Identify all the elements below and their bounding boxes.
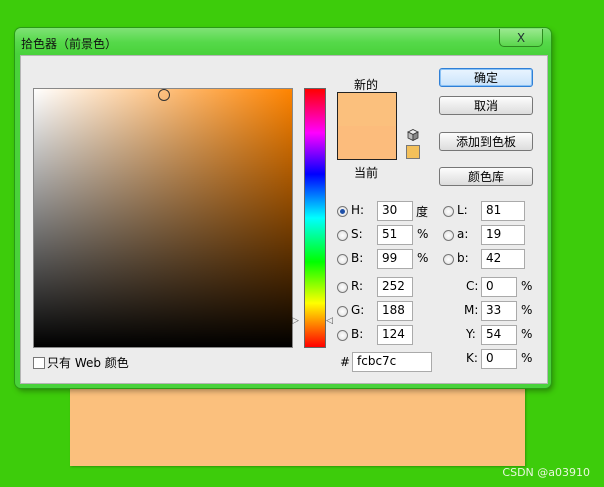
color-libraries-button[interactable]: 颜色库 (439, 167, 533, 186)
color-preview (337, 92, 397, 160)
radio-a[interactable] (443, 230, 454, 241)
dialog-client-area: ▷ ◁ 新的 当前 确定 取消 添加到色板 颜色库 H: 30 度 S: 51 … (20, 55, 548, 384)
only-web-colors-label: 只有 Web 颜色 (47, 356, 129, 370)
field-hex[interactable]: fcbc7c (352, 352, 432, 372)
label-hex: # (340, 355, 351, 369)
radio-l[interactable] (443, 206, 454, 217)
radio-blue[interactable] (337, 330, 348, 341)
label-k: K: (466, 351, 478, 365)
close-button[interactable]: X (499, 29, 543, 47)
radio-h[interactable] (337, 206, 348, 217)
unit-y: % (521, 327, 533, 341)
hue-slider-left-arrow-icon[interactable]: ▷ (292, 317, 299, 326)
new-color-swatch (338, 93, 396, 126)
gamut-warning-swatch[interactable] (406, 145, 420, 159)
field-g[interactable]: 188 (377, 301, 413, 321)
unit-s: % (417, 227, 429, 241)
label-current: 当前 (354, 166, 379, 180)
radio-b[interactable] (337, 254, 348, 265)
saturation-brightness-field[interactable] (33, 88, 293, 348)
field-y[interactable]: 54 (481, 325, 517, 345)
label-s: S: (351, 227, 363, 241)
field-lab-b[interactable]: 42 (481, 249, 525, 269)
hue-slider[interactable] (304, 88, 326, 348)
field-m[interactable]: 33 (481, 301, 517, 321)
unit-m: % (521, 303, 533, 317)
field-h[interactable]: 30 (377, 201, 413, 221)
color-libraries-label: 颜色库 (467, 170, 504, 184)
hue-slider-right-arrow-icon[interactable]: ◁ (326, 317, 333, 326)
radio-s[interactable] (337, 230, 348, 241)
label-blue: B: (351, 327, 364, 341)
unit-h: 度 (416, 205, 429, 219)
add-to-swatches-button[interactable]: 添加到色板 (439, 132, 533, 151)
watermark: CSDN @a03910 (502, 466, 590, 479)
radio-lab-b[interactable] (443, 254, 454, 265)
add-to-swatches-label: 添加到色板 (455, 135, 516, 149)
cancel-button[interactable]: 取消 (439, 96, 533, 115)
dialog-title: 拾色器（前景色） (21, 37, 118, 51)
color-picker-dialog: 拾色器（前景色） X ▷ ◁ 新的 当前 确定 取消 添加到色板 颜色库 H: … (15, 28, 551, 388)
foreground-swatch-behind (70, 380, 525, 466)
label-m: M: (464, 303, 479, 317)
field-k[interactable]: 0 (481, 349, 517, 369)
ok-button[interactable]: 确定 (439, 68, 533, 87)
label-c: C: (466, 279, 479, 293)
field-b[interactable]: 99 (377, 249, 413, 269)
cube-icon[interactable] (407, 129, 419, 141)
label-lab-b: b: (457, 251, 469, 265)
field-blue[interactable]: 124 (377, 325, 413, 345)
unit-b: % (417, 251, 429, 265)
field-s[interactable]: 51 (377, 225, 413, 245)
label-h: H: (351, 203, 365, 217)
label-b: B: (351, 251, 364, 265)
radio-r[interactable] (337, 282, 348, 293)
unit-c: % (521, 279, 533, 293)
label-y: Y: (466, 327, 476, 341)
current-color-swatch[interactable] (338, 126, 396, 159)
color-sample-marker[interactable] (158, 89, 170, 101)
label-g: G: (351, 303, 365, 317)
only-web-colors-checkbox[interactable] (33, 357, 45, 369)
unit-k: % (521, 351, 533, 365)
ok-button-label: 确定 (473, 71, 498, 85)
label-a: a: (457, 227, 469, 241)
close-icon: X (516, 30, 526, 45)
label-new: 新的 (354, 78, 379, 92)
field-l[interactable]: 81 (481, 201, 525, 221)
cancel-button-label: 取消 (473, 99, 498, 113)
label-l: L: (457, 203, 468, 217)
label-r: R: (351, 279, 364, 293)
field-a[interactable]: 19 (481, 225, 525, 245)
field-c[interactable]: 0 (481, 277, 517, 297)
field-r[interactable]: 252 (377, 277, 413, 297)
radio-g[interactable] (337, 306, 348, 317)
